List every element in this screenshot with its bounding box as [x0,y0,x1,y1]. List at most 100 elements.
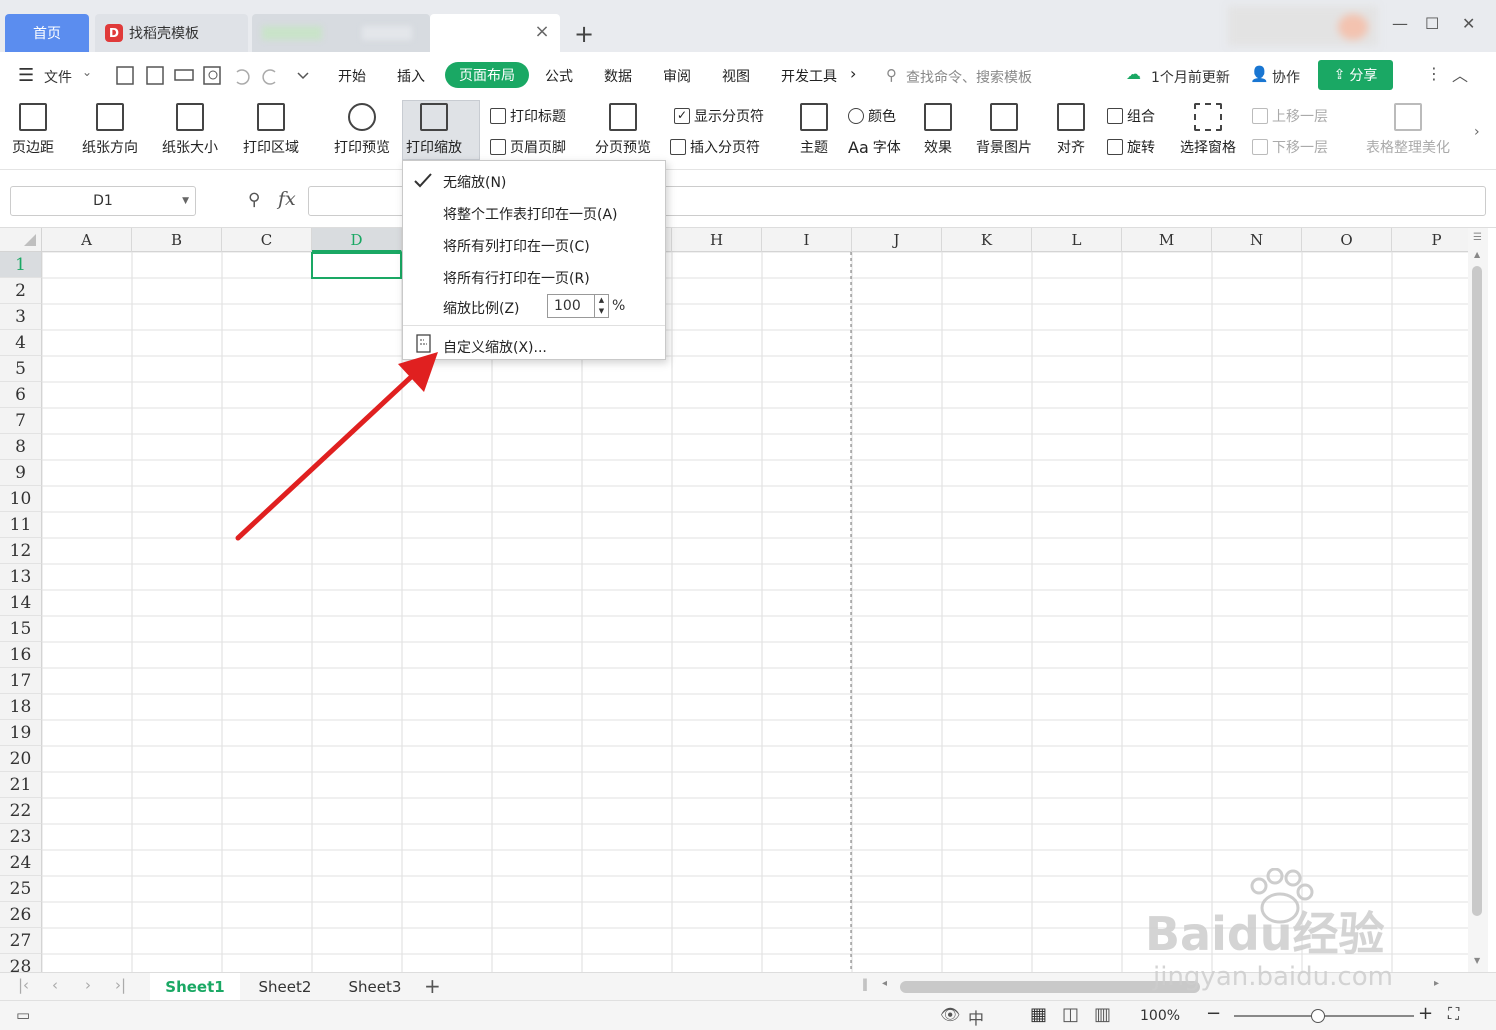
stepper-up-icon[interactable]: ▲ [595,295,608,306]
menu-formula[interactable]: 公式 [545,66,573,86]
column-header-d[interactable]: D [312,228,402,252]
tab-docer-templates[interactable]: D 找稻壳模板 [95,14,248,52]
row-header-27[interactable]: 27 [0,928,42,954]
send-backward-button[interactable]: 下移一层 [1252,137,1328,157]
color-button[interactable]: 颜色 [848,106,896,126]
row-header-1[interactable]: 1 [0,252,42,278]
row-header-7[interactable]: 7 [0,408,42,434]
macro-record-icon[interactable]: ▭ [16,1006,30,1024]
column-header-a[interactable]: A [42,228,132,252]
margins-button[interactable]: 页边距 [12,103,54,157]
row-header-14[interactable]: 14 [0,590,42,616]
scroll-up-icon[interactable]: ▲ [1474,250,1480,259]
menu-item-no-scale[interactable]: 无缩放(N) [443,172,506,192]
row-header-12[interactable]: 12 [0,538,42,564]
row-header-5[interactable]: 5 [0,356,42,382]
column-header-l[interactable]: L [1032,228,1122,252]
zoom-slider-handle[interactable] [1311,1009,1325,1023]
row-header-2[interactable]: 2 [0,278,42,304]
row-header-20[interactable]: 20 [0,746,42,772]
zoom-search-icon[interactable]: ⚲ [248,190,260,210]
row-header-11[interactable]: 11 [0,512,42,538]
menu-more-icon[interactable]: › [850,64,856,83]
tab-close-icon[interactable]: × [532,22,552,42]
menu-item-custom-scale[interactable]: 自定义缩放(X)... [443,337,547,357]
hamburger-icon[interactable]: ☰ [18,65,34,86]
align-button[interactable]: 对齐 [1057,103,1085,157]
split-handle[interactable]: ‖ [862,977,868,991]
sheet-tab-sheet2[interactable]: Sheet2 [240,973,330,1001]
row-header-19[interactable]: 19 [0,720,42,746]
column-header-k[interactable]: K [942,228,1032,252]
last-sheet-icon[interactable]: ›| [115,976,126,994]
scroll-left-icon[interactable]: ◂ [882,978,887,989]
menu-start[interactable]: 开始 [338,66,366,86]
column-header-n[interactable]: N [1212,228,1302,252]
fx-icon[interactable]: fx [278,188,296,210]
row-header-22[interactable]: 22 [0,798,42,824]
selected-cell-d1[interactable] [311,252,402,279]
menu-view[interactable]: 视图 [722,66,750,86]
column-header-h[interactable]: H [672,228,762,252]
row-header-9[interactable]: 9 [0,460,42,486]
column-header-o[interactable]: O [1302,228,1392,252]
row-header-21[interactable]: 21 [0,772,42,798]
menu-data[interactable]: 数据 [604,66,632,86]
collab-button[interactable]: 协作 [1272,67,1300,87]
header-footer-button[interactable]: 页眉页脚 [490,137,566,157]
menu-insert[interactable]: 插入 [397,66,425,86]
search-input[interactable]: 查找命令、搜索模板 [906,67,1032,87]
background-image-button[interactable]: 背景图片 [976,103,1032,157]
column-header-b[interactable]: B [132,228,222,252]
new-tab-button[interactable]: + [574,20,594,48]
scroll-menu-icon[interactable]: ☰ [1473,232,1482,243]
column-header-m[interactable]: M [1122,228,1212,252]
close-window-button[interactable]: ✕ [1462,14,1475,33]
zoom-in-button[interactable]: + [1418,1003,1433,1024]
scale-input[interactable]: 100 [547,294,595,318]
column-header-c[interactable]: C [222,228,312,252]
tab-blurred-document[interactable] [252,14,430,52]
show-page-break-checkbox[interactable]: ✓ 显示分页符 [674,106,764,126]
next-sheet-icon[interactable]: › [85,976,91,994]
row-header-15[interactable]: 15 [0,616,42,642]
share-button[interactable]: ⇪ 分享 [1318,60,1393,90]
user-avatar-area[interactable] [1228,6,1378,46]
paper-size-button[interactable]: 纸张大小 [162,103,218,157]
menu-item-fit-rows[interactable]: 将所有行打印在一页(R) [443,268,590,288]
print-preview-button[interactable]: 打印预览 [334,103,390,157]
column-header-j[interactable]: J [852,228,942,252]
selection-pane-button[interactable]: 选择窗格 [1180,103,1236,157]
ribbon-scroll-right-icon[interactable]: › [1474,124,1480,140]
normal-view-icon[interactable]: ▦ [1030,1004,1047,1025]
center-mode-icon[interactable]: 中 [968,1005,984,1029]
maximize-button[interactable]: ☐ [1425,14,1439,33]
tab-home[interactable]: 首页 [5,14,89,52]
file-menu[interactable]: 文件 [44,67,72,87]
menu-item-fit-sheet[interactable]: 将整个工作表打印在一页(A) [443,204,618,224]
column-header-p[interactable]: P [1392,228,1468,252]
row-header-24[interactable]: 24 [0,850,42,876]
add-sheet-button[interactable]: + [424,974,441,998]
theme-button[interactable]: 主题 [800,103,828,157]
menu-developer[interactable]: 开发工具 [781,66,837,86]
group-button[interactable]: 组合 [1107,106,1155,126]
row-header-13[interactable]: 13 [0,564,42,590]
menu-item-fit-columns[interactable]: 将所有列打印在一页(C) [443,236,590,256]
eye-protect-icon[interactable]: 👁 [940,1005,960,1024]
print-scale-button[interactable]: 打印缩放 [406,103,462,157]
row-header-6[interactable]: 6 [0,382,42,408]
print-title-button[interactable]: 打印标题 [490,106,566,126]
font-button[interactable]: Aa 字体 [848,137,901,157]
orientation-button[interactable]: 纸张方向 [82,103,138,157]
effect-button[interactable]: 效果 [924,103,952,157]
row-header-25[interactable]: 25 [0,876,42,902]
rotate-button[interactable]: 旋转 [1107,137,1155,157]
scale-stepper[interactable]: ▲ ▼ [595,294,609,318]
scroll-down-icon[interactable]: ▼ [1474,956,1480,965]
select-all-corner[interactable] [0,228,42,252]
menu-page-layout[interactable]: 页面布局 [445,62,529,88]
quick-access-icons[interactable] [115,64,315,88]
row-header-16[interactable]: 16 [0,642,42,668]
vertical-scrollbar[interactable]: ☰ ▲ ▼ [1468,228,1488,972]
